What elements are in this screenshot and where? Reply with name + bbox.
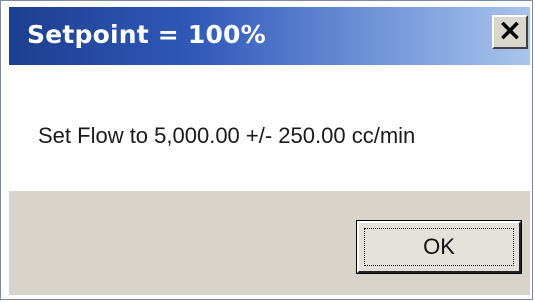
dialog-titlebar[interactable]: Setpoint = 100% × xyxy=(9,7,530,65)
dialog-title: Setpoint = 100% xyxy=(27,20,266,49)
ok-button[interactable]: OK xyxy=(357,221,521,273)
close-icon: × xyxy=(497,13,523,48)
dialog-message: Set Flow to 5,000.00 +/- 250.00 cc/min xyxy=(38,123,416,148)
setpoint-dialog: Setpoint = 100% × Set Flow to 5,000.00 +… xyxy=(0,0,533,300)
ok-button-focus-ring: OK xyxy=(364,228,514,266)
ok-button-label: OK xyxy=(423,234,455,259)
dialog-content: Set Flow to 5,000.00 +/- 250.00 cc/min xyxy=(9,65,530,191)
close-button[interactable]: × xyxy=(492,15,528,49)
dialog-button-area: OK xyxy=(9,191,530,295)
